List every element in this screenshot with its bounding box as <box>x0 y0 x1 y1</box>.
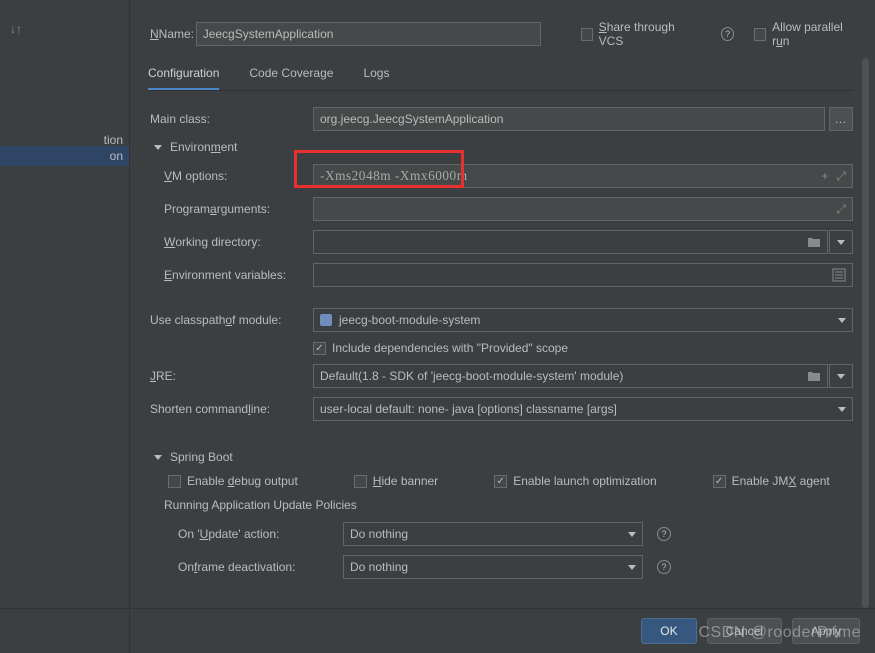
left-tree-panel: ↓↑ tion on <box>0 0 130 653</box>
help-icon[interactable]: ? <box>657 527 671 541</box>
tab-bar: Configuration Code Coverage Logs <box>148 66 853 91</box>
debug-output-checkbox[interactable]: Enable debug output <box>168 474 298 488</box>
update-policies-label: Running Application Update Policies <box>148 498 875 512</box>
module-icon <box>320 314 332 326</box>
folder-icon[interactable] <box>807 236 821 248</box>
main-class-field[interactable]: org.jeecg.JeecgSystemApplication <box>313 107 825 131</box>
dropdown-button[interactable] <box>829 364 853 388</box>
vm-options-label: VM options: <box>148 169 313 183</box>
help-icon[interactable]: ? <box>721 27 734 41</box>
on-frame-select[interactable]: Do nothing <box>343 555 643 579</box>
jre-field[interactable]: Default (1.8 - SDK of 'jeecg-boot-module… <box>313 364 853 388</box>
classpath-label: Use classpath of module: <box>148 313 313 327</box>
main-class-label: Main class: <box>148 112 313 126</box>
expand-icon[interactable]: ⤢ <box>836 198 846 220</box>
vm-options-field[interactable]: +⤢ <box>313 164 853 188</box>
help-icon[interactable]: ? <box>657 560 671 574</box>
scrollbar[interactable] <box>862 58 869 608</box>
env-vars-field[interactable] <box>313 263 853 287</box>
ellipsis-icon: … <box>835 112 848 126</box>
browse-class-button[interactable]: … <box>829 107 853 131</box>
classpath-select[interactable]: jeecg-boot-module-system <box>313 308 853 332</box>
name-label: NName: <box>148 27 196 41</box>
hide-banner-checkbox[interactable]: Hide banner <box>354 474 438 488</box>
launch-opt-checkbox[interactable]: Enable launch optimization <box>494 474 656 488</box>
program-args-field[interactable]: ⤢ <box>313 197 853 221</box>
apply-button[interactable]: Apply <box>792 618 860 644</box>
expand-icon[interactable]: ⤢ <box>836 165 846 187</box>
jmx-agent-checkbox[interactable]: Enable JMX agent <box>713 474 830 488</box>
cancel-button[interactable]: Cancel <box>707 618 782 644</box>
dropdown-button[interactable] <box>829 230 853 254</box>
list-icon[interactable] <box>832 268 846 282</box>
jre-label: JRE: <box>148 369 313 383</box>
shorten-label: Shorten command line: <box>148 402 313 416</box>
name-field[interactable]: JeecgSystemApplication <box>196 22 541 46</box>
working-dir-field[interactable] <box>313 230 853 254</box>
main-panel: NName: JeecgSystemApplication Share thro… <box>130 0 875 608</box>
tree-item-selected[interactable]: on <box>0 146 129 166</box>
tab-code-coverage[interactable]: Code Coverage <box>249 66 333 90</box>
on-update-label: On 'Update' action: <box>148 527 343 541</box>
vm-options-input[interactable] <box>320 168 821 184</box>
chevron-down-icon <box>154 145 162 150</box>
chevron-down-icon <box>154 455 162 460</box>
shorten-select[interactable]: user-local default: none - java [options… <box>313 397 853 421</box>
folder-icon[interactable] <box>807 370 821 382</box>
program-args-label: Program arguments: <box>148 202 313 216</box>
dialog-footer: OK Cancel Apply <box>0 608 875 653</box>
environment-section[interactable]: Environment <box>154 140 875 154</box>
sort-icon[interactable]: ↓↑ <box>10 22 22 36</box>
on-update-select[interactable]: Do nothing <box>343 522 643 546</box>
plus-icon[interactable]: + <box>821 165 828 187</box>
tab-logs[interactable]: Logs <box>363 66 389 90</box>
spring-boot-section[interactable]: Spring Boot <box>154 450 875 464</box>
env-vars-label: Environment variables: <box>148 268 313 282</box>
ok-button[interactable]: OK <box>641 618 696 644</box>
on-frame-label: On frame deactivation: <box>148 560 343 574</box>
working-dir-label: Working directory: <box>148 235 313 249</box>
include-deps-checkbox[interactable]: Include dependencies with "Provided" sco… <box>313 341 568 355</box>
parallel-run-checkbox[interactable]: Allow parallel run <box>754 20 855 48</box>
share-vcs-checkbox[interactable]: Share through VCS <box>581 20 693 48</box>
tab-configuration[interactable]: Configuration <box>148 66 219 90</box>
